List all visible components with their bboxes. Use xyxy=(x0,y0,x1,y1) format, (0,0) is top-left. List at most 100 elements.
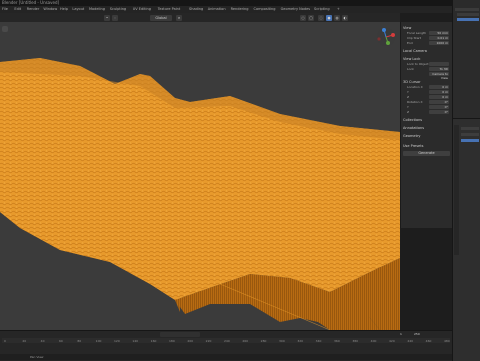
npanel-row-value[interactable]: To 3D Cursor xyxy=(429,67,449,75)
select-tool-icon[interactable] xyxy=(2,26,8,32)
npanel-row: End 1000 m xyxy=(403,41,450,45)
properties-row[interactable] xyxy=(461,139,479,142)
npanel-row: Focal Length 50 mm xyxy=(403,31,450,35)
outliner-row[interactable] xyxy=(455,8,479,11)
shading-rendered-icon[interactable]: ◐ xyxy=(342,14,348,21)
3d-viewport[interactable] xyxy=(0,22,400,330)
frame-range: 1 250 xyxy=(400,332,448,337)
npanel-row-value[interactable]: Camera to View xyxy=(429,72,449,80)
menu-item[interactable]: Texture Paint xyxy=(158,7,181,11)
frame-end-field[interactable]: 250 xyxy=(414,332,420,336)
menu-item[interactable]: Scripting xyxy=(314,7,330,11)
npanel-row-value[interactable]: 50 mm xyxy=(429,31,449,35)
terrain-mesh xyxy=(0,58,400,330)
properties-editor xyxy=(452,118,480,361)
properties-row[interactable] xyxy=(461,127,479,130)
timeline-tick-label: 340 xyxy=(315,339,322,343)
npanel-row-label: Focal Length xyxy=(407,31,427,35)
npanel-section-header[interactable]: Collections xyxy=(403,118,450,122)
menu-item[interactable]: Rendering xyxy=(231,7,249,11)
menu-item[interactable]: Sculpting xyxy=(110,7,126,11)
timeline-tick-label: 480 xyxy=(444,339,450,343)
menu-item[interactable]: Render xyxy=(27,7,39,11)
menu-item[interactable]: + xyxy=(337,7,340,11)
npanel-row: Rotation X 0° xyxy=(403,100,450,104)
menu-item[interactable]: File xyxy=(2,7,8,11)
timeline-tick-label: 60 xyxy=(59,339,63,343)
xray-icon[interactable]: ▢ xyxy=(308,14,314,21)
npanel-row-value[interactable]: 0.01 m xyxy=(429,36,449,40)
npanel-row: Z 0 m xyxy=(403,95,450,99)
npanel-row-label: Z xyxy=(407,95,410,99)
menu-item[interactable]: Shading xyxy=(189,7,203,11)
timeline-tick-label: 260 xyxy=(242,339,249,343)
menu-item[interactable]: Modeling xyxy=(89,7,105,11)
outliner-row[interactable] xyxy=(457,13,479,16)
npanel-row-label: Lock to Object xyxy=(407,62,429,66)
npanel-row-value[interactable]: 1000 m xyxy=(429,41,449,45)
shading-solid-icon[interactable]: ● xyxy=(326,14,332,21)
menu-item[interactable]: UV Editing xyxy=(133,7,151,11)
status-text: Pan View xyxy=(30,355,44,359)
transform-space-dropdown[interactable]: Global xyxy=(150,14,172,21)
menu-item[interactable]: Compositing xyxy=(254,7,276,11)
shading-wire-icon[interactable]: ◌ xyxy=(318,14,324,21)
npanel-row-label: Clip Start xyxy=(407,36,421,40)
menu-item[interactable]: Edit xyxy=(14,7,21,11)
timeline-tick-label: 300 xyxy=(279,339,285,343)
npanel-option-checkbox[interactable]: Use Presets xyxy=(403,144,450,148)
properties-row[interactable] xyxy=(461,133,479,136)
npanel-row-value[interactable]: 0 m xyxy=(429,90,449,94)
npanel-row-value[interactable] xyxy=(429,62,449,66)
npanel-row-label: Rotation X xyxy=(407,100,423,104)
npanel-row-label: End xyxy=(407,41,413,45)
npanel-row-value[interactable]: 0° xyxy=(429,110,449,114)
timeline-tick-label: 280 xyxy=(260,339,267,343)
npanel-row-label: Location X xyxy=(407,85,423,89)
npanel-section-header[interactable]: Annotations xyxy=(403,126,450,130)
magnet-icon[interactable]: ∩ xyxy=(176,14,182,21)
npanel-section-header[interactable]: Geometry xyxy=(403,134,450,138)
timeline-tick-label: 200 xyxy=(187,339,194,343)
frame-start-field[interactable]: 1 xyxy=(400,332,402,336)
menu-item[interactable]: Window xyxy=(43,7,57,11)
npanel-section-header[interactable]: 3D Cursor xyxy=(403,80,450,84)
timeline-tick-label: 380 xyxy=(352,339,359,343)
npanel-row: Z 0° xyxy=(403,110,450,114)
npanel-row-value[interactable]: 0 m xyxy=(429,85,449,89)
npanel-row-label: Lock xyxy=(407,67,414,71)
menu-item[interactable]: Help xyxy=(60,7,68,11)
generate-button[interactable]: Generate xyxy=(403,151,450,156)
npanel-section-header[interactable]: View xyxy=(403,26,450,30)
pivot-icon[interactable]: • xyxy=(104,14,110,21)
overlay-icon[interactable]: ○ xyxy=(300,14,306,21)
timeline-tick-label: 220 xyxy=(205,339,212,343)
menu-item[interactable]: Animation xyxy=(208,7,226,11)
npanel-row-value[interactable]: 0° xyxy=(429,100,449,104)
npanel-row-value[interactable]: 0 m xyxy=(429,95,449,99)
timeline-tick-label: 80 xyxy=(77,339,82,343)
npanel-row-label: Y xyxy=(407,105,409,109)
npanel-row-label: Y xyxy=(407,90,409,94)
snap-icon[interactable]: ◦ xyxy=(112,14,118,21)
status-bar: Pan View xyxy=(0,354,452,360)
npanel-section-header[interactable]: View Lock xyxy=(403,57,450,61)
timeline-tick-label: 40 xyxy=(40,339,45,343)
timeline-tick-label: 400 xyxy=(370,339,377,343)
npanel-row: Lock To 3D Cursor xyxy=(403,67,450,75)
timeline-tick-label: 160 xyxy=(150,339,157,343)
npanel-section-header[interactable]: Local Camera xyxy=(403,49,450,53)
outliner-row-selected[interactable] xyxy=(457,18,479,21)
menu-bar: File Edit Render Window Help Layout Modeling Sc… xyxy=(0,6,480,13)
timeline-tick-label: 420 xyxy=(389,339,395,343)
window-title: Blender [Untitled - Unsaved] xyxy=(2,0,60,5)
npanel-row-value[interactable]: 0° xyxy=(429,105,449,109)
playback-controls[interactable] xyxy=(160,332,200,337)
menu-item[interactable]: Layout xyxy=(72,7,84,11)
navigation-gizmo[interactable] xyxy=(376,27,396,47)
menu-item[interactable]: Geometry Nodes xyxy=(281,7,311,11)
npanel-row: Camera to View xyxy=(403,72,450,80)
timeline-tick-label: 440 xyxy=(407,339,414,343)
shading-material-icon[interactable]: ◍ xyxy=(334,14,340,21)
timeline-tick-label: 100 xyxy=(95,339,102,343)
